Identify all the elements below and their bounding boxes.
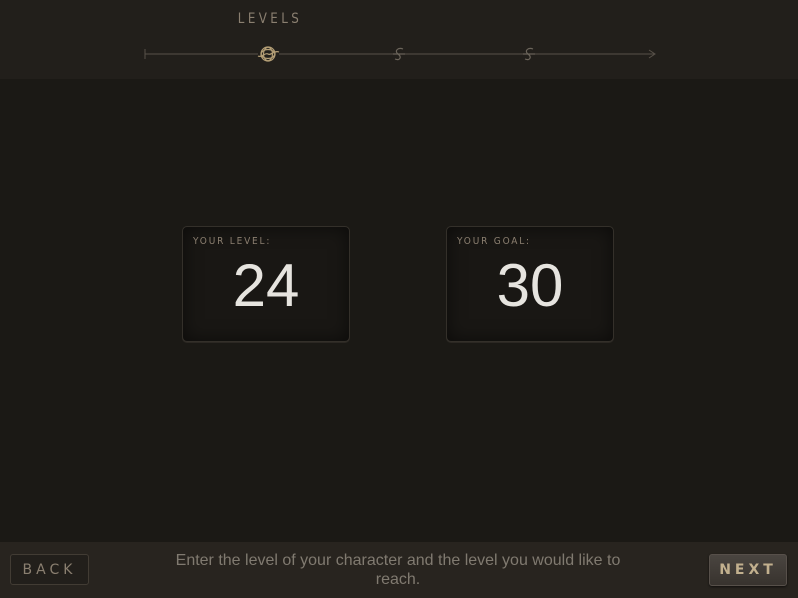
progress-header: LEVELS bbox=[0, 0, 798, 79]
instructions-text: Enter the level of your character and th… bbox=[175, 552, 621, 588]
step-marker-current[interactable] bbox=[257, 46, 280, 62]
footer-bar: BACK Enter the level of your character a… bbox=[0, 542, 798, 598]
main-content: YOUR LEVEL: 24 YOUR GOAL: 30 bbox=[0, 79, 798, 542]
app-window: LEVELS YOUR LEVEL: 24 YOUR GOAL: 30 BACK… bbox=[0, 0, 798, 598]
your-level-label: YOUR LEVEL: bbox=[193, 236, 272, 247]
your-goal-value[interactable]: 30 bbox=[447, 253, 613, 319]
your-level-card[interactable]: YOUR LEVEL: 24 bbox=[182, 226, 350, 342]
back-button[interactable]: BACK bbox=[10, 554, 89, 585]
your-goal-card[interactable]: YOUR GOAL: 30 bbox=[446, 226, 614, 342]
step-marker-3[interactable] bbox=[523, 47, 535, 61]
your-level-value[interactable]: 24 bbox=[183, 253, 349, 319]
progress-track bbox=[144, 46, 656, 62]
your-goal-label: YOUR GOAL: bbox=[457, 236, 531, 247]
next-button[interactable]: NEXT bbox=[709, 554, 787, 586]
step-marker-2[interactable] bbox=[393, 47, 405, 61]
